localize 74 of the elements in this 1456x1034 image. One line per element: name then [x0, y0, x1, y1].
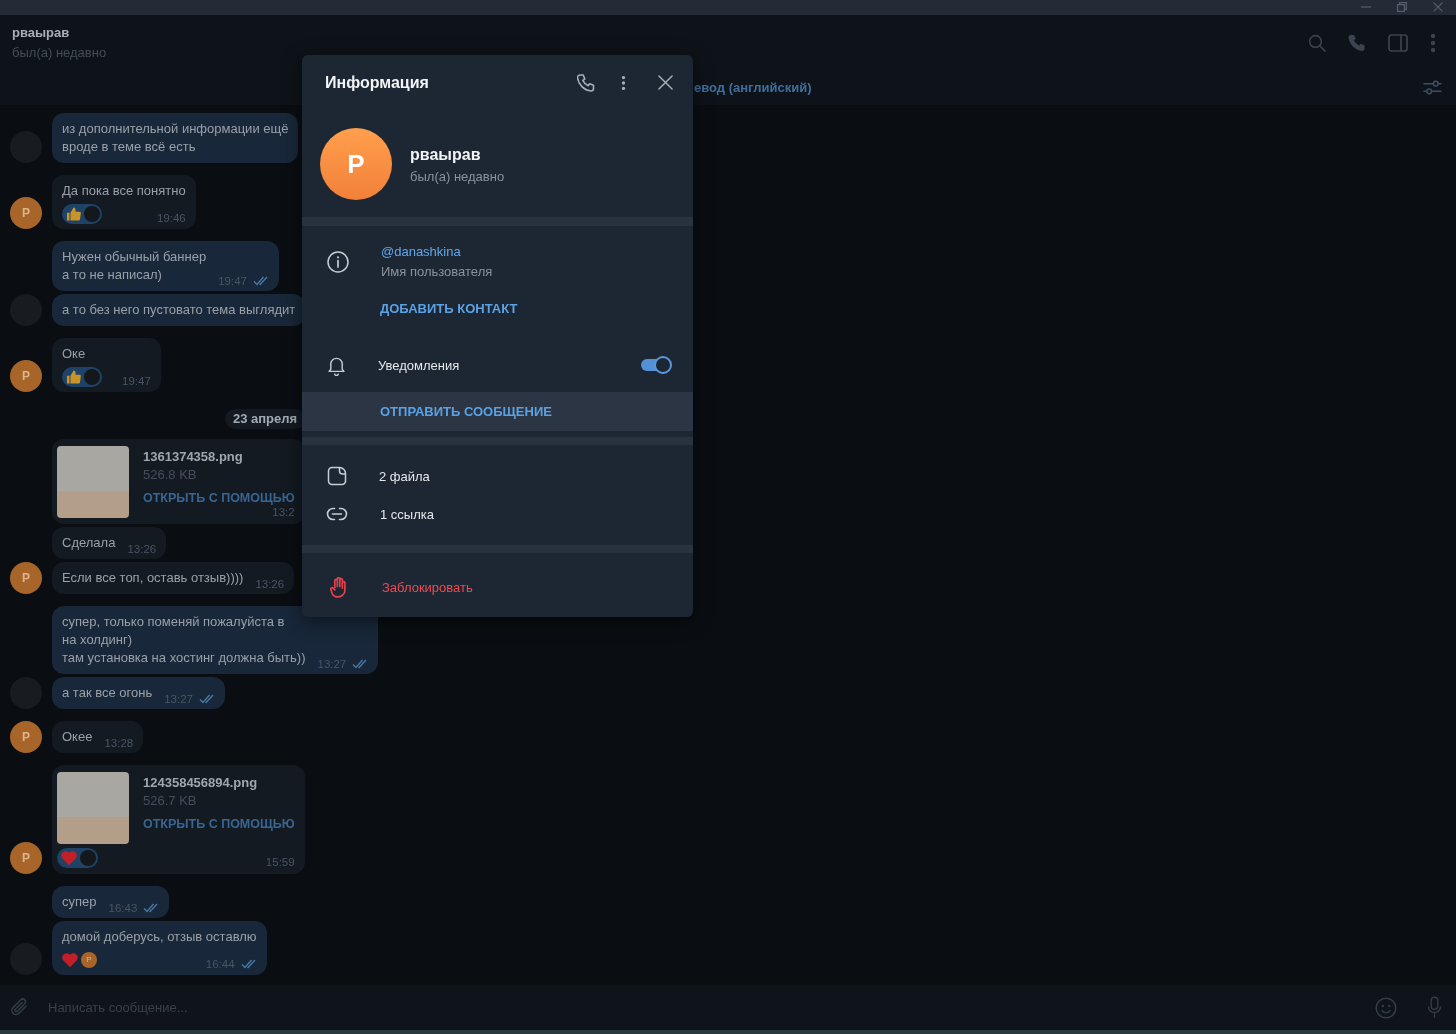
add-contact-button[interactable]: ДОБАВИТЬ КОНТАКТ	[380, 300, 518, 318]
username-link[interactable]: @danashkina	[381, 242, 461, 262]
message-text: из дополнительной информации ещё вроде в теме всё есть	[62, 120, 289, 156]
translation-link[interactable]: евод (английский)	[694, 80, 812, 95]
more-icon[interactable]	[621, 74, 626, 91]
letter-avatar[interactable]: Р	[10, 360, 42, 392]
message-text: Сделала	[62, 534, 116, 552]
message-time: 13:26	[255, 578, 285, 590]
panel-title: Информация	[325, 73, 430, 92]
send-message-button[interactable]: ОТПРАВИТЬ СООБЩЕНИЕ	[302, 392, 693, 431]
profile-avatar[interactable]: Р	[320, 128, 392, 200]
reaction-pill[interactable]: Р	[62, 950, 99, 970]
message-text: супер, только поменяй пожалуйста в на холдинг) там установка на хостинг должна быть))	[62, 613, 306, 667]
letter-avatar[interactable]: Р	[10, 562, 42, 594]
reactor-avatar	[80, 850, 96, 866]
image-thumbnail[interactable]	[57, 772, 129, 844]
notifications-toggle[interactable]	[641, 356, 672, 374]
message-time: 19:47	[122, 375, 151, 387]
file-size: 526.8 KB	[143, 466, 197, 484]
reactor-avatar: Р	[81, 952, 97, 968]
message-time: 13:26	[127, 543, 157, 555]
open-with-link[interactable]: ОТКРЫТЬ С ПОМОЩЬЮ	[143, 489, 295, 507]
restore-icon[interactable]	[1397, 2, 1407, 12]
raised-hand-icon	[330, 576, 347, 598]
profile-status: был(а) недавно	[410, 169, 505, 184]
message-time: 13:2	[272, 506, 295, 518]
close-icon[interactable]	[658, 75, 673, 90]
notifications-label: Уведомления	[378, 357, 461, 373]
image-thumbnail[interactable]	[57, 446, 129, 518]
message-text: Окее	[62, 728, 93, 746]
paperclip-icon[interactable]	[10, 997, 29, 1018]
username-caption: Имя пользователя	[381, 263, 493, 281]
message-text: Оке	[62, 345, 86, 363]
shared-media-item[interactable]: 2 файла	[302, 466, 430, 486]
file-name: 1361374358.png	[143, 448, 243, 466]
thumbs-up-icon	[66, 207, 81, 221]
message-text: а так все огонь	[62, 684, 153, 702]
message-text: Если все топ, оставь отзыв))))	[62, 569, 244, 587]
letter-avatar[interactable]: Р	[10, 721, 42, 753]
reaction-pill[interactable]	[62, 204, 102, 224]
message-text: супер	[62, 893, 97, 911]
sliders-icon[interactable]	[1423, 79, 1442, 96]
phone-icon[interactable]	[577, 73, 595, 92]
message-time: 13:28	[104, 737, 134, 749]
heart-icon	[61, 850, 77, 866]
reaction-pill[interactable]	[62, 367, 102, 387]
shared-media-item[interactable]: 1 ссылка	[302, 506, 434, 522]
profile-name: рваырав	[410, 145, 482, 165]
block-button[interactable]: Заблокировать	[302, 576, 473, 598]
info-icon	[327, 251, 349, 273]
file-name: 124358456894.png	[143, 774, 258, 792]
letter-avatar[interactable]: Р	[10, 197, 42, 229]
file-size: 526.7 KB	[143, 792, 197, 810]
message-text: а то без него пустовато тема выглядит	[62, 301, 296, 319]
reactor-avatar	[84, 206, 100, 222]
message-time: 15:59	[265, 856, 295, 868]
message-time: 19:46	[156, 212, 186, 224]
message-text: домой доберусь, отзыв оставлю	[62, 928, 257, 946]
reactor-avatar	[84, 369, 100, 385]
heart-icon	[62, 952, 78, 968]
message-text: Да пока все понятно	[62, 182, 186, 200]
sidebar-icon[interactable]	[1388, 33, 1408, 52]
microphone-icon[interactable]	[1427, 996, 1442, 1019]
chat-title[interactable]: рваырав	[12, 23, 70, 42]
link-icon	[326, 507, 348, 521]
message-text: Нужен обычный баннер а то не написал)	[62, 248, 207, 284]
chat-status: был(а) недавно	[12, 43, 107, 62]
smiley-icon[interactable]	[1375, 996, 1397, 1019]
reaction-pill[interactable]	[57, 848, 98, 868]
thumbs-up-icon	[66, 370, 81, 384]
open-with-link[interactable]: ОТКРЫТЬ С ПОМОЩЬЮ	[143, 815, 295, 833]
search-icon[interactable]	[1308, 33, 1326, 52]
file-icon	[327, 466, 347, 486]
letter-avatar[interactable]: Р	[10, 842, 42, 874]
